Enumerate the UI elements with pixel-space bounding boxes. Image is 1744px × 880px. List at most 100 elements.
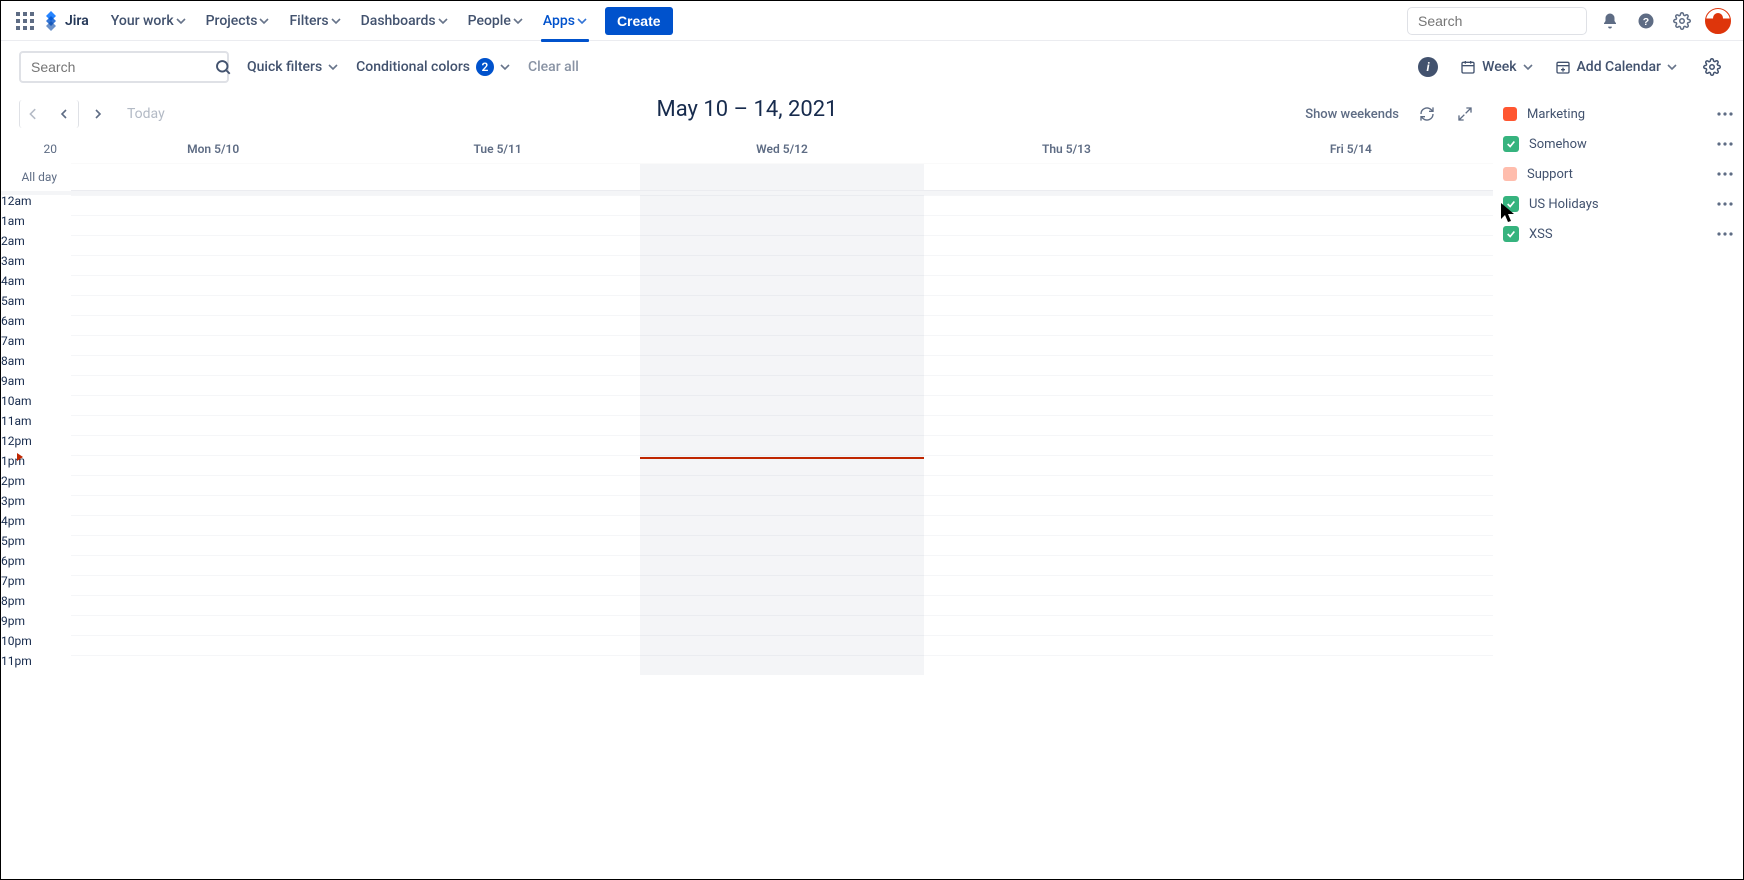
nav-item-projects[interactable]: Projects xyxy=(198,9,278,33)
chevron-down-icon xyxy=(1523,62,1533,72)
nav-item-dashboards[interactable]: Dashboards xyxy=(353,9,456,33)
calendar-name: Somehow xyxy=(1529,137,1707,152)
calendar-grid: 20 All day 12am1am2am3am4am5am6am7am8am9… xyxy=(1,135,1493,675)
calendar-header-row: Today May 10 – 14, 2021 Show weekends xyxy=(1,93,1493,135)
hour-label: 10am xyxy=(1,391,71,411)
calendar-search-input[interactable] xyxy=(29,58,214,76)
hour-label: 5pm xyxy=(1,531,71,551)
today-button[interactable]: Today xyxy=(127,106,165,122)
allday-row[interactable] xyxy=(71,163,1493,191)
checkbox-icon[interactable] xyxy=(1503,136,1519,152)
add-calendar-label: Add Calendar xyxy=(1577,59,1661,75)
calendar-list-item[interactable]: XSS xyxy=(1503,219,1733,249)
hour-label: 3am xyxy=(1,251,71,271)
calendar-toolbar: Quick filters Conditional colors 2 Clear… xyxy=(1,41,1743,93)
conditional-colors-label: Conditional colors xyxy=(356,59,470,75)
global-search[interactable] xyxy=(1407,7,1587,35)
nav-item-apps[interactable]: Apps xyxy=(535,9,595,33)
calendar-settings-icon[interactable] xyxy=(1699,54,1725,80)
toolbar-right: i Week Add Calendar xyxy=(1418,54,1725,80)
prev-week-button[interactable] xyxy=(51,100,79,128)
day-column[interactable] xyxy=(640,195,924,675)
chevron-down-icon xyxy=(1667,62,1677,72)
hour-label: 9pm xyxy=(1,611,71,631)
allday-cell[interactable] xyxy=(924,164,1208,190)
nav-item-label: People xyxy=(468,13,511,29)
chevron-down-icon xyxy=(513,16,523,26)
refresh-icon[interactable] xyxy=(1417,104,1437,124)
conditional-colors-button[interactable]: Conditional colors 2 xyxy=(356,58,510,76)
calendar-name: US Holidays xyxy=(1529,197,1707,212)
day-headers: Mon 5/10Tue 5/11Wed 5/12Thu 5/13Fri 5/14 xyxy=(71,135,1493,163)
app-switcher-icon[interactable] xyxy=(13,9,37,33)
more-icon[interactable] xyxy=(1717,232,1733,236)
nav-item-filters[interactable]: Filters xyxy=(281,9,348,33)
calendar-sidebar: Marketing Somehow Support US Holidays XSS xyxy=(1493,93,1743,675)
allday-cell[interactable] xyxy=(71,164,355,190)
show-weekends-toggle[interactable]: Show weekends xyxy=(1305,107,1399,122)
day-header: Wed 5/12 xyxy=(640,135,924,163)
add-calendar-button[interactable]: Add Calendar xyxy=(1555,59,1677,75)
color-swatch[interactable] xyxy=(1503,167,1517,181)
next-week-button[interactable] xyxy=(83,100,111,128)
view-label: Week xyxy=(1482,59,1516,75)
allday-cell[interactable] xyxy=(1209,164,1493,190)
calendar-list-item[interactable]: Somehow xyxy=(1503,129,1733,159)
hour-label: 3pm xyxy=(1,491,71,511)
nav-item-your-work[interactable]: Your work xyxy=(103,9,194,33)
hour-label: 11pm xyxy=(1,651,71,671)
more-icon[interactable] xyxy=(1717,112,1733,116)
date-range-title: May 10 – 14, 2021 xyxy=(657,97,838,122)
jira-logo[interactable]: Jira xyxy=(41,11,89,31)
hour-label: 4pm xyxy=(1,511,71,531)
day-column[interactable] xyxy=(1209,195,1493,675)
day-column[interactable] xyxy=(71,195,355,675)
calendar-main: Today May 10 – 14, 2021 Show weekends 20… xyxy=(1,93,1493,675)
global-search-input[interactable] xyxy=(1416,12,1601,30)
more-icon[interactable] xyxy=(1717,172,1733,176)
calendar-list-item[interactable]: Support xyxy=(1503,159,1733,189)
hour-label: 8pm xyxy=(1,591,71,611)
date-nav-group: Today xyxy=(19,100,165,128)
day-column[interactable] xyxy=(924,195,1208,675)
notifications-icon[interactable] xyxy=(1597,8,1623,34)
calendar-name: Support xyxy=(1527,167,1707,182)
collapse-sidebar-button[interactable] xyxy=(19,100,47,128)
nav-item-label: Apps xyxy=(543,13,575,29)
create-button[interactable]: Create xyxy=(605,7,673,35)
day-column[interactable] xyxy=(355,195,639,675)
more-icon[interactable] xyxy=(1717,142,1733,146)
quick-filters-button[interactable]: Quick filters xyxy=(247,59,338,75)
checkbox-icon[interactable] xyxy=(1503,196,1519,212)
day-header: Thu 5/13 xyxy=(924,135,1208,163)
more-icon[interactable] xyxy=(1717,202,1733,206)
view-switcher[interactable]: Week xyxy=(1460,59,1532,75)
hours-grid[interactable] xyxy=(71,195,1493,675)
hour-label: 12pm xyxy=(1,431,71,451)
calendar-add-icon xyxy=(1555,59,1571,75)
calendar-list-item[interactable]: Marketing xyxy=(1503,99,1733,129)
clear-all-button[interactable]: Clear all xyxy=(528,59,579,75)
nav-item-label: Dashboards xyxy=(361,13,436,29)
nav-item-people[interactable]: People xyxy=(460,9,531,33)
chevron-down-icon xyxy=(500,62,510,72)
hour-label: 1am xyxy=(1,211,71,231)
checkbox-icon[interactable] xyxy=(1503,226,1519,242)
calendar-list-item[interactable]: US Holidays xyxy=(1503,189,1733,219)
allday-cell[interactable] xyxy=(355,164,639,190)
help-icon[interactable]: ? xyxy=(1633,8,1659,34)
calendar-name: XSS xyxy=(1529,227,1707,242)
profile-avatar[interactable] xyxy=(1705,8,1731,34)
chevron-down-icon xyxy=(331,16,341,26)
hour-label: 5am xyxy=(1,291,71,311)
hour-label: 7pm xyxy=(1,571,71,591)
calendar-search[interactable] xyxy=(19,51,229,83)
expand-icon[interactable] xyxy=(1455,104,1475,124)
day-header: Fri 5/14 xyxy=(1209,135,1493,163)
hour-label: 8am xyxy=(1,351,71,371)
svg-text:?: ? xyxy=(1643,15,1649,27)
settings-icon[interactable] xyxy=(1669,8,1695,34)
info-icon[interactable]: i xyxy=(1418,57,1438,77)
allday-cell[interactable] xyxy=(640,164,924,190)
color-swatch[interactable] xyxy=(1503,107,1517,121)
